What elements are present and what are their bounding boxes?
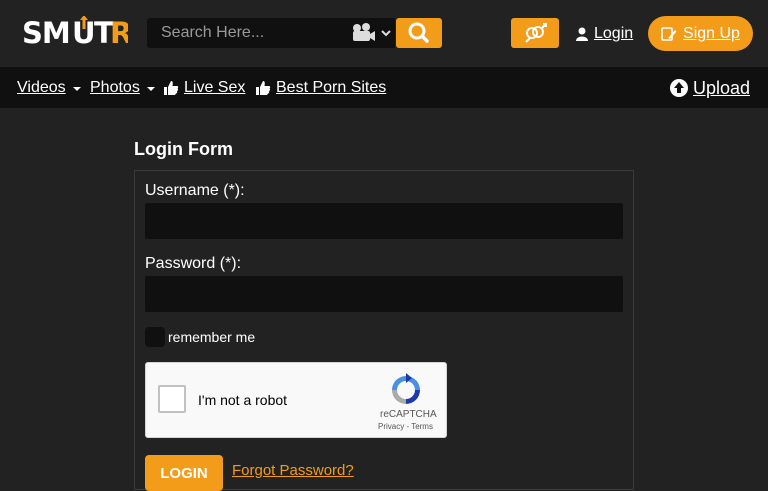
user-icon (576, 27, 588, 41)
edit-icon (661, 26, 677, 41)
recaptcha-links[interactable]: Privacy - Terms (378, 422, 433, 431)
form-title: Login Form (134, 139, 233, 159)
search-icon (408, 22, 429, 43)
search-input[interactable] (147, 18, 351, 48)
search-button[interactable] (396, 18, 442, 48)
media-type-select[interactable] (352, 22, 392, 44)
site-logo[interactable]: SM U T R (22, 15, 132, 50)
password-label: Password (*): (145, 255, 242, 272)
nav-label: Live Sex (184, 79, 246, 96)
site-header: SM U T R Search Here... Login Sign Up (0, 0, 768, 67)
password-field[interactable] (145, 276, 623, 312)
nav-label: Photos (90, 79, 140, 96)
nav-label: Best Porn Sites (276, 79, 387, 96)
nav-item-live-sex[interactable]: Live Sex (163, 78, 245, 98)
nav-item-videos[interactable]: Videos (17, 78, 81, 98)
remember-checkbox[interactable] (145, 327, 165, 347)
upload-icon (669, 79, 688, 97)
recaptcha-widget: I'm not a robot reCAPTCHA Privacy - Term… (145, 362, 447, 438)
login-label: Login (594, 25, 634, 42)
chevron-down-icon (146, 86, 155, 91)
nav-item-photos[interactable]: Photos (90, 78, 155, 98)
main-nav: Videos Photos Live Sex Best Porn Sites U… (0, 67, 768, 108)
username-label: Username (*): (145, 182, 245, 199)
remember-label[interactable]: remember me (168, 329, 255, 345)
login-link[interactable]: Login (576, 24, 633, 44)
recaptcha-icon (392, 373, 420, 404)
username-field[interactable] (145, 203, 623, 239)
recaptcha-brand: reCAPTCHA (380, 409, 437, 420)
signup-button[interactable]: Sign Up (648, 16, 753, 51)
signup-label: Sign Up (683, 24, 740, 42)
login-submit-button[interactable]: LOGIN (145, 455, 223, 491)
nav-label: Videos (17, 79, 66, 96)
thumbs-up-icon (256, 81, 271, 95)
gender-filter-button[interactable] (511, 18, 559, 48)
svg-text:R: R (110, 16, 128, 48)
video-camera-icon (353, 23, 391, 41)
logo-graphic: SM U T R (22, 15, 132, 50)
upload-label: Upload (692, 77, 750, 98)
nav-item-best-sites[interactable]: Best Porn Sites (255, 78, 386, 98)
forgot-password-link[interactable]: Forgot Password? (232, 462, 354, 479)
gender-icon (525, 23, 547, 43)
recaptcha-label: I'm not a robot (198, 392, 288, 408)
svg-text:SM: SM (22, 16, 70, 48)
recaptcha-checkbox[interactable] (158, 385, 186, 413)
upload-link[interactable]: Upload (669, 77, 750, 99)
thumbs-up-icon (164, 81, 179, 95)
chevron-down-icon (72, 86, 81, 91)
